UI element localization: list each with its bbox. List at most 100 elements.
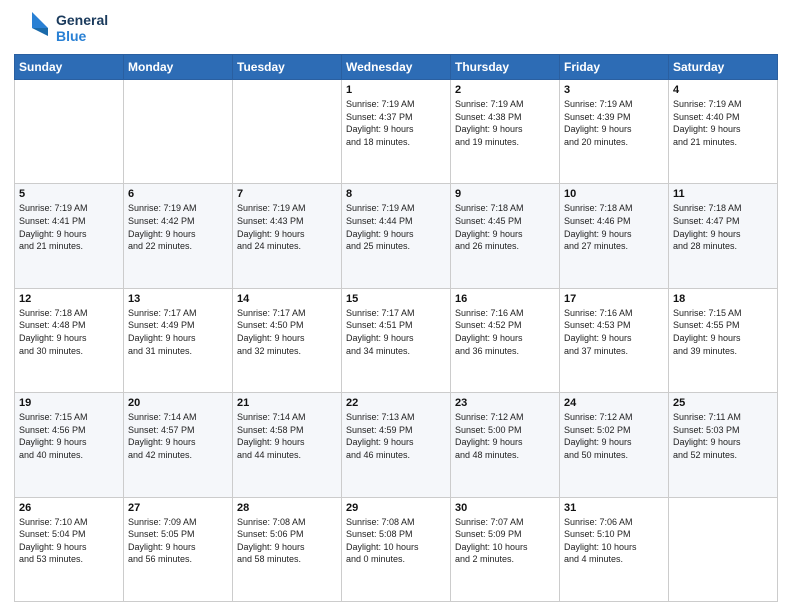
day-number: 21 [237,397,337,409]
calendar-cell: 30 Sunrise: 7:07 AM Sunset: 5:09 PM Dayli… [451,497,560,601]
logo: GeneralBlue [14,10,108,46]
calendar-cell: 28 Sunrise: 7:08 AM Sunset: 5:06 PM Dayli… [233,497,342,601]
calendar-cell: 7Sunrise: 7:19 AM Sunset: 4:43 PM Daylig… [233,184,342,288]
logo-icon [14,10,50,46]
calendar-cell: 10 Sunrise: 7:18 AM Sunset: 4:46 PM Dayli… [560,184,669,288]
calendar-cell: 3 Sunrise: 7:19 AM Sunset: 4:39 PM Daylig… [560,80,669,184]
day-number: 13 [128,293,228,305]
calendar-cell: 8 Sunrise: 7:19 AM Sunset: 4:44 PM Daylig… [342,184,451,288]
calendar-cell: 22 Sunrise: 7:13 AM Sunset: 4:59 PM Dayli… [342,393,451,497]
day-number: 12 [19,293,119,305]
day-number: 24 [564,397,664,409]
calendar-cell: 29Sunrise: 7:08 AM Sunset: 5:08 PM Dayli… [342,497,451,601]
day-info: Sunrise: 7:18 AM Sunset: 4:45 PM Dayligh… [455,202,555,252]
day-info: Sunrise: 7:19 AM Sunset: 4:41 PM Dayligh… [19,202,119,252]
logo-general-text: General [56,12,108,28]
calendar-header-row: SundayMondayTuesdayWednesdayThursdayFrid… [15,55,778,80]
day-info: Sunrise: 7:11 AM Sunset: 5:03 PM Dayligh… [673,411,773,461]
day-info: Sunrise: 7:17 AM Sunset: 4:51 PM Dayligh… [346,307,446,357]
calendar-week-row: 5 Sunrise: 7:19 AM Sunset: 4:41 PM Daylig… [15,184,778,288]
day-number: 19 [19,397,119,409]
day-info: Sunrise: 7:07 AM Sunset: 5:09 PM Dayligh… [455,516,555,566]
page-header: GeneralBlue [14,10,778,46]
day-number: 23 [455,397,555,409]
day-number: 14 [237,293,337,305]
day-number: 9 [455,188,555,200]
calendar-header-tuesday: Tuesday [233,55,342,80]
day-number: 2 [455,84,555,96]
calendar-week-row: 12Sunrise: 7:18 AM Sunset: 4:48 PM Dayli… [15,288,778,392]
day-number: 30 [455,502,555,514]
day-number: 10 [564,188,664,200]
day-number: 8 [346,188,446,200]
day-info: Sunrise: 7:18 AM Sunset: 4:47 PM Dayligh… [673,202,773,252]
calendar-cell [669,497,778,601]
day-info: Sunrise: 7:14 AM Sunset: 4:58 PM Dayligh… [237,411,337,461]
day-info: Sunrise: 7:13 AM Sunset: 4:59 PM Dayligh… [346,411,446,461]
calendar-header-monday: Monday [124,55,233,80]
day-number: 11 [673,188,773,200]
calendar-cell: 13Sunrise: 7:17 AM Sunset: 4:49 PM Dayli… [124,288,233,392]
calendar-cell: 4 Sunrise: 7:19 AM Sunset: 4:40 PM Daylig… [669,80,778,184]
day-number: 26 [19,502,119,514]
day-info: Sunrise: 7:08 AM Sunset: 5:06 PM Dayligh… [237,516,337,566]
day-number: 5 [19,188,119,200]
calendar-cell: 16Sunrise: 7:16 AM Sunset: 4:52 PM Dayli… [451,288,560,392]
calendar-cell: 15 Sunrise: 7:17 AM Sunset: 4:51 PM Dayli… [342,288,451,392]
calendar-cell: 18 Sunrise: 7:15 AM Sunset: 4:55 PM Dayli… [669,288,778,392]
calendar-header-friday: Friday [560,55,669,80]
day-number: 31 [564,502,664,514]
calendar-cell: 6 Sunrise: 7:19 AM Sunset: 4:42 PM Daylig… [124,184,233,288]
calendar-cell [15,80,124,184]
day-number: 6 [128,188,228,200]
day-info: Sunrise: 7:18 AM Sunset: 4:46 PM Dayligh… [564,202,664,252]
calendar-cell: 27 Sunrise: 7:09 AM Sunset: 5:05 PM Dayli… [124,497,233,601]
day-number: 18 [673,293,773,305]
calendar-cell: 2 Sunrise: 7:19 AM Sunset: 4:38 PM Daylig… [451,80,560,184]
day-number: 4 [673,84,773,96]
calendar-cell: 1 Sunrise: 7:19 AM Sunset: 4:37 PM Daylig… [342,80,451,184]
day-info: Sunrise: 7:19 AM Sunset: 4:38 PM Dayligh… [455,98,555,148]
calendar-header-saturday: Saturday [669,55,778,80]
day-number: 28 [237,502,337,514]
day-number: 17 [564,293,664,305]
day-number: 15 [346,293,446,305]
calendar-cell: 11 Sunrise: 7:18 AM Sunset: 4:47 PM Dayli… [669,184,778,288]
calendar-cell: 19 Sunrise: 7:15 AM Sunset: 4:56 PM Dayli… [15,393,124,497]
day-info: Sunrise: 7:19 AM Sunset: 4:44 PM Dayligh… [346,202,446,252]
calendar-cell: 14Sunrise: 7:17 AM Sunset: 4:50 PM Dayli… [233,288,342,392]
calendar-cell: 20Sunrise: 7:14 AM Sunset: 4:57 PM Dayli… [124,393,233,497]
calendar-cell: 31 Sunrise: 7:06 AM Sunset: 5:10 PM Dayli… [560,497,669,601]
day-info: Sunrise: 7:09 AM Sunset: 5:05 PM Dayligh… [128,516,228,566]
day-info: Sunrise: 7:19 AM Sunset: 4:37 PM Dayligh… [346,98,446,148]
day-info: Sunrise: 7:15 AM Sunset: 4:55 PM Dayligh… [673,307,773,357]
calendar-cell [124,80,233,184]
day-info: Sunrise: 7:19 AM Sunset: 4:39 PM Dayligh… [564,98,664,148]
day-info: Sunrise: 7:06 AM Sunset: 5:10 PM Dayligh… [564,516,664,566]
calendar-week-row: 26Sunrise: 7:10 AM Sunset: 5:04 PM Dayli… [15,497,778,601]
calendar-cell: 24 Sunrise: 7:12 AM Sunset: 5:02 PM Dayli… [560,393,669,497]
day-info: Sunrise: 7:19 AM Sunset: 4:42 PM Dayligh… [128,202,228,252]
calendar-header-thursday: Thursday [451,55,560,80]
day-info: Sunrise: 7:16 AM Sunset: 4:53 PM Dayligh… [564,307,664,357]
day-number: 27 [128,502,228,514]
calendar-cell: 25 Sunrise: 7:11 AM Sunset: 5:03 PM Dayli… [669,393,778,497]
day-number: 22 [346,397,446,409]
day-info: Sunrise: 7:14 AM Sunset: 4:57 PM Dayligh… [128,411,228,461]
day-info: Sunrise: 7:16 AM Sunset: 4:52 PM Dayligh… [455,307,555,357]
calendar-cell: 5 Sunrise: 7:19 AM Sunset: 4:41 PM Daylig… [15,184,124,288]
calendar-cell: 23 Sunrise: 7:12 AM Sunset: 5:00 PM Dayli… [451,393,560,497]
day-info: Sunrise: 7:15 AM Sunset: 4:56 PM Dayligh… [19,411,119,461]
day-info: Sunrise: 7:19 AM Sunset: 4:40 PM Dayligh… [673,98,773,148]
calendar-cell: 12Sunrise: 7:18 AM Sunset: 4:48 PM Dayli… [15,288,124,392]
day-number: 3 [564,84,664,96]
day-info: Sunrise: 7:08 AM Sunset: 5:08 PM Dayligh… [346,516,446,566]
calendar-header-sunday: Sunday [15,55,124,80]
logo-blue-text: Blue [56,28,108,44]
calendar-header-wednesday: Wednesday [342,55,451,80]
day-number: 1 [346,84,446,96]
day-number: 25 [673,397,773,409]
day-info: Sunrise: 7:12 AM Sunset: 5:00 PM Dayligh… [455,411,555,461]
day-number: 7 [237,188,337,200]
day-info: Sunrise: 7:12 AM Sunset: 5:02 PM Dayligh… [564,411,664,461]
